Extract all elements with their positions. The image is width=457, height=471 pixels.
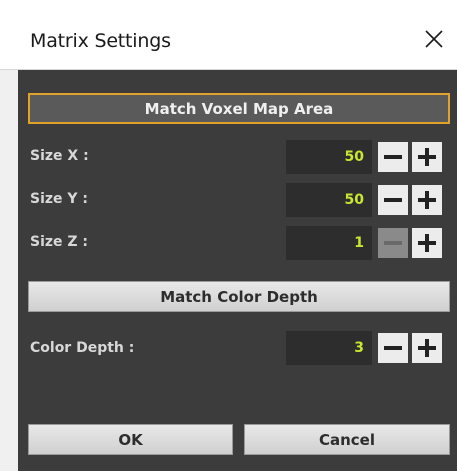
size-y-label: Size Y : [30,191,89,207]
plus-icon [418,191,436,209]
minus-icon [384,346,402,350]
minus-icon [384,198,402,202]
size-x-label: Size X : [30,148,89,164]
size-z-input[interactable]: 1 [286,226,372,260]
match-color-depth-button[interactable]: Match Color Depth [28,281,450,312]
color-depth-label: Color Depth : [30,340,135,356]
plus-icon [418,148,436,166]
color-depth-input[interactable]: 3 [286,331,372,365]
cancel-button[interactable]: Cancel [244,424,450,455]
size-y-increment-button[interactable] [412,185,442,215]
close-button[interactable] [417,22,451,56]
plus-icon [418,339,436,357]
size-x-input[interactable]: 50 [286,140,372,174]
minus-icon [384,155,402,159]
size-x-increment-button[interactable] [412,142,442,172]
match-voxel-map-area-button[interactable]: Match Voxel Map Area [28,93,450,124]
size-z-label: Size Z : [30,234,89,250]
size-y-decrement-button[interactable] [378,185,408,215]
dialog-title: Matrix Settings [30,30,171,52]
plus-icon [418,234,436,252]
size-x-decrement-button[interactable] [378,142,408,172]
ok-button[interactable]: OK [28,424,233,455]
dialog-body: Match Voxel Map Area Size X : 50 Size Y … [18,70,457,471]
minus-icon [384,241,402,245]
color-depth-increment-button[interactable] [412,333,442,363]
size-z-increment-button[interactable] [412,228,442,258]
matrix-settings-dialog: Matrix Settings Match Voxel Map Area Siz… [0,0,457,471]
title-bar: Matrix Settings [0,0,457,70]
close-icon [425,30,443,48]
size-z-decrement-button[interactable] [378,228,408,258]
size-y-input[interactable]: 50 [286,183,372,217]
color-depth-decrement-button[interactable] [378,333,408,363]
